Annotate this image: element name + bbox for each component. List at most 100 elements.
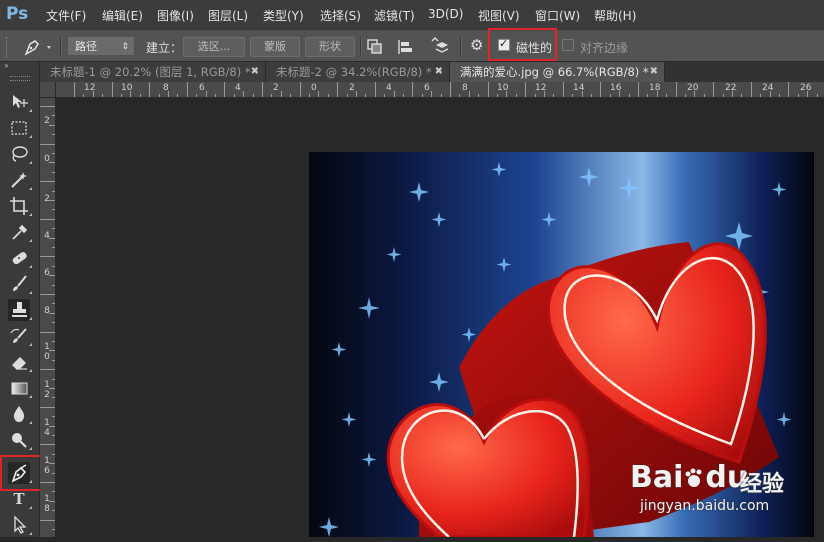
ruler-tick [356, 91, 357, 97]
clone-stamp-icon[interactable] [8, 299, 32, 321]
ruler-tick [158, 94, 160, 97]
menu-3d[interactable]: 3D(D) [428, 7, 463, 21]
ruler-origin[interactable] [40, 82, 56, 98]
menu-image[interactable]: 图像(I) [157, 7, 194, 24]
blur-icon[interactable] [8, 403, 32, 425]
brush-icon[interactable] [8, 273, 32, 295]
path-selection-icon[interactable] [8, 514, 32, 536]
crop-icon[interactable] [8, 195, 32, 217]
ruler-tick [318, 91, 320, 97]
ruler-tick [600, 82, 602, 97]
ruler-tick [52, 359, 55, 361]
move-icon[interactable] [8, 91, 32, 113]
menu-help[interactable]: 帮助(H) [594, 7, 636, 24]
type-icon[interactable]: T [8, 488, 32, 510]
vertical-ruler[interactable]: 2 0 2 4 6 8 10 12 14 16 18 [40, 98, 56, 537]
menu-window[interactable]: 窗口(W) [535, 7, 580, 24]
magic-wand-icon[interactable] [8, 169, 32, 191]
ruler-tick [713, 82, 715, 97]
menu-select[interactable]: 选择(S) [320, 7, 361, 24]
mode-select[interactable]: 路径 ⇕ [68, 37, 134, 55]
tab-document-3[interactable]: 满满的爱心.jpg @ 66.7%(RGB/8) * ✖ [450, 62, 665, 82]
eyedropper-icon[interactable] [8, 221, 32, 243]
ruler-label: 8 [44, 306, 50, 316]
close-icon[interactable]: ✖ [251, 62, 259, 82]
healing-brush-icon[interactable] [8, 247, 32, 269]
close-icon[interactable]: ✖ [435, 62, 443, 82]
ruler-tick [52, 303, 55, 305]
horizontal-ruler[interactable]: 12 10 8 6 4 2 0 2 4 6 8 10 12 14 16 18 2… [56, 82, 824, 98]
ruler-tick [121, 94, 122, 97]
menu-view[interactable]: 视图(V) [478, 7, 520, 24]
mask-button[interactable]: 蒙版 [250, 37, 300, 57]
ruler-tick [779, 94, 780, 97]
align-edges-label[interactable]: 对齐边缘 [580, 39, 628, 56]
ruler-tick [49, 425, 55, 427]
build-label: 建立： [146, 41, 183, 55]
menu-filter[interactable]: 滤镜(T) [374, 7, 415, 24]
menu-edit[interactable]: 编辑(E) [102, 7, 143, 24]
selection-button[interactable]: 选区... [183, 37, 245, 57]
ruler-tick [52, 134, 55, 136]
ruler-tick [515, 94, 517, 97]
ruler-tick [299, 82, 301, 97]
ruler-label: 4 [44, 231, 50, 241]
ruler-label: 14 [573, 83, 585, 93]
ruler-label: 14 [44, 418, 50, 438]
ruler-tick [49, 237, 55, 239]
eraser-icon[interactable] [8, 351, 32, 373]
ruler-tick [52, 491, 55, 493]
menu-type[interactable]: 类型(Y) [263, 7, 304, 24]
ruler-tick [49, 312, 55, 314]
align-edges-checkbox[interactable] [562, 39, 574, 51]
ruler-tick [40, 218, 55, 220]
history-brush-icon[interactable] [8, 325, 32, 347]
ruler-label: 4 [386, 83, 392, 93]
ruler-tick [591, 94, 592, 97]
ruler-tick [92, 91, 94, 97]
ruler-tick [52, 529, 55, 530]
marquee-icon[interactable] [8, 117, 32, 139]
ruler-tick [760, 94, 762, 97]
ruler-label: 6 [199, 83, 205, 93]
lasso-icon[interactable] [8, 143, 32, 165]
ruler-tick [186, 82, 188, 97]
ruler-label: 18 [44, 494, 50, 514]
ruler-tick [525, 82, 527, 97]
shape-button[interactable]: 形状 [305, 37, 355, 57]
ruler-tick [139, 94, 141, 97]
ruler-tick [666, 94, 668, 97]
collapse-arrows-icon[interactable]: » [4, 62, 36, 72]
tab-document-1[interactable]: 未标题-1 @ 20.2% (图层 1, RGB/8) * ✖ [40, 62, 266, 82]
tab-document-1-label: 未标题-1 @ 20.2% (图层 1, RGB/8) * [50, 65, 251, 79]
gradient-icon[interactable] [8, 377, 32, 399]
path-arrangement-icon[interactable] [428, 37, 450, 57]
close-icon[interactable]: ✖ [650, 62, 658, 82]
options-grip[interactable] [6, 37, 9, 57]
highlight-magnetic-box [488, 28, 557, 61]
ruler-tick [52, 453, 55, 455]
ruler-tick [52, 416, 55, 418]
ruler-tick [224, 82, 226, 97]
ruler-tick [468, 91, 470, 97]
ruler-tick [750, 82, 752, 97]
ruler-tick [52, 510, 55, 512]
document-tabs: 未标题-1 @ 20.2% (图层 1, RGB/8) * ✖ 未标题-2 @ … [40, 62, 824, 82]
ruler-tick [619, 91, 621, 97]
ruler-tick [290, 94, 292, 97]
path-alignment-icon[interactable] [396, 38, 414, 56]
menu-layer[interactable]: 图层(L) [208, 7, 248, 24]
ruler-tick [544, 91, 545, 97]
tool-preset-pen-icon[interactable] [20, 36, 56, 58]
ruler-label: 2 [349, 83, 355, 93]
menu-file[interactable]: 文件(F) [46, 7, 86, 24]
gear-icon[interactable]: ⚙ [470, 37, 486, 53]
ruler-tick [421, 94, 423, 97]
ruler-tick [703, 94, 705, 97]
toolbar-grip[interactable] [10, 76, 30, 81]
path-operations-icon[interactable] [366, 38, 384, 56]
tab-document-2[interactable]: 未标题-2 @ 34.2%(RGB/8) * ✖ [266, 62, 450, 82]
ruler-tick [403, 94, 404, 97]
dodge-icon[interactable] [8, 429, 32, 451]
ruler-tick [130, 91, 132, 97]
